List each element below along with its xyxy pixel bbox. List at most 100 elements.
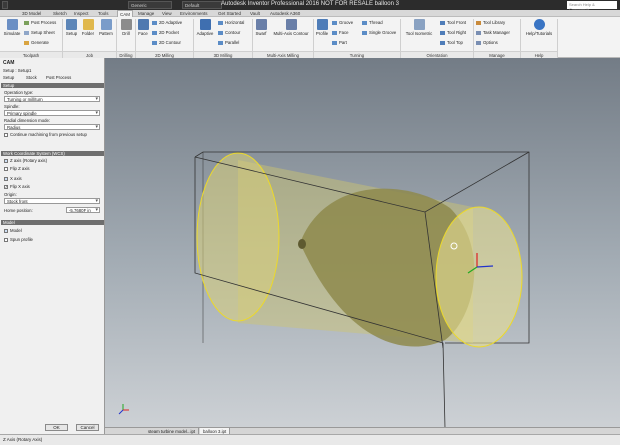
tool-right-button[interactable]: Tool Right [440,30,466,35]
z-axis-selector[interactable]: Z axis (Rotary axis) [4,158,47,163]
adaptive-icon [199,19,211,30]
model-selector[interactable]: Model [4,228,22,233]
group-2d-milling[interactable]: 2D Milling [136,51,193,58]
breadcrumb: Setup : Setup1 [3,68,32,73]
tab-view[interactable]: View [162,10,172,17]
tool-isometric-button[interactable]: Tool Isometric [402,19,436,36]
group-3d-milling[interactable]: 3D Milling [194,51,252,58]
swarf-button[interactable]: Swarf [253,19,269,36]
pattern-button[interactable]: Pattern [97,19,115,36]
turning-face-label: Face [339,30,349,35]
folder-button[interactable]: Folder [80,19,96,36]
setup-sheet-button[interactable]: Setup Sheet [24,30,55,35]
single-groove-button[interactable]: Single Groove [362,30,396,35]
multi-axis-contour-icon [285,19,297,30]
tab-3d-model[interactable]: 3D Model [22,10,41,17]
contour-button[interactable]: Contour [218,30,240,35]
search-input[interactable]: Search Help & Commands [567,1,617,12]
group-orientation[interactable]: Orientation [401,51,473,58]
tab-stock[interactable]: Stock [26,75,37,80]
parallel-button[interactable]: Parallel [218,40,239,45]
graphics-viewport[interactable] [105,58,620,428]
profile-button[interactable]: Profile [314,19,330,36]
tool-front-button[interactable]: Tool Front [440,20,466,25]
groove-button[interactable]: Groove [332,20,353,25]
horizontal-button[interactable]: Horizontal [218,20,244,25]
group-toolpath[interactable]: Toolpath [0,51,62,58]
generate-button[interactable]: Generate [24,40,49,45]
part-icon [332,40,337,45]
options-button[interactable]: Options [476,40,498,45]
turning-face-button[interactable]: Face [332,30,349,35]
thread-icon [362,20,367,25]
tab-inspect[interactable]: Inspect [74,10,89,17]
2d-contour-button[interactable]: 2D Contour [152,40,181,45]
group-drilling[interactable]: Drilling [117,51,135,58]
options-icon [476,40,481,45]
tab-setup[interactable]: Setup [3,75,14,80]
adaptive-button[interactable]: Adaptive [194,19,216,36]
tab-tools[interactable]: Tools [98,10,109,17]
checkbox-box [4,237,8,242]
drill-button[interactable]: Drill [118,19,134,36]
cancel-button[interactable]: Cancel [76,424,99,431]
tab-a360[interactable]: Autodesk A360 [270,10,300,17]
thread-button[interactable]: Thread [362,20,383,25]
home-position-input[interactable]: -5.7680F in [66,207,100,213]
2d-adaptive-button[interactable]: 2D Adaptive [152,20,182,25]
ok-button[interactable]: OK [45,424,68,431]
tool-library-icon [476,20,481,25]
2d-pocket-label: 2D Pocket [159,30,179,35]
origin-select[interactable]: Stock front [4,198,100,204]
horizontal-label: Horizontal [225,20,245,25]
flip-z-label: Flip Z axis [10,166,30,171]
tab-sketch[interactable]: Sketch [53,10,67,17]
home-position-label: Home position: [4,208,33,213]
spun-profile-label: Spun profile [10,237,33,242]
operation-type-select[interactable]: Turning or mill/turn [4,96,100,102]
continue-machining-checkbox[interactable]: Continue machining from previous setup [4,132,87,137]
spindle-label: Spindle: [4,104,20,109]
tab-get-started[interactable]: Get Started [218,10,241,17]
group-turning[interactable]: Turning [314,51,400,58]
post-process-icon [24,20,29,25]
wcs-section-header[interactable]: Work Coordinate System (WCS) [1,151,104,156]
model-section-header[interactable]: Model [1,220,104,225]
part-button[interactable]: Part [332,40,347,45]
multi-axis-contour-button[interactable]: Multi-Axis Contour [270,19,312,36]
tab-environments[interactable]: Environments [180,10,208,17]
drill-icon [120,19,132,30]
group-manage[interactable]: Manage [474,51,520,58]
2d-pocket-button[interactable]: 2D Pocket [152,30,179,35]
tab-manage[interactable]: Manage [138,10,154,17]
x-axis-selector[interactable]: X axis [4,176,22,181]
tab-cam[interactable]: CAM [117,10,133,17]
thread-label: Thread [369,20,383,25]
single-groove-icon [362,30,367,35]
tool-top-button[interactable]: Tool Top [440,40,463,45]
groove-icon [332,20,337,25]
panel-title: CAM [3,60,15,66]
group-help[interactable]: Help [521,51,557,58]
group-job[interactable]: Job [63,51,116,58]
face-button[interactable]: Face [136,19,150,36]
radial-mode-select[interactable]: Radius [4,124,100,130]
horizontal-icon [218,20,223,25]
flip-x-checkbox[interactable]: ✓ Flip X axis [4,184,30,189]
simulate-button[interactable]: Simulate [1,19,23,36]
origin-label: Origin: [4,192,17,197]
help-tutorials-label: Help/Tutorials [525,31,553,36]
group-multi-axis-milling[interactable]: Multi-Axis Milling [253,51,313,58]
spun-profile-checkbox[interactable]: Spun profile [4,237,33,242]
spindle-select[interactable]: Primary spindle [4,110,100,116]
setup-section-header[interactable]: Setup [1,83,104,88]
task-manager-button[interactable]: Task Manager [476,30,510,35]
tool-library-button[interactable]: Tool Library [476,20,505,25]
help-tutorials-button[interactable]: Help/Tutorials [522,19,556,36]
setup-button[interactable]: Setup [64,19,79,36]
x-axis-label: X axis [10,176,22,181]
tab-post-process[interactable]: Post Process [46,75,71,80]
post-process-button[interactable]: Post Process [24,20,56,25]
flip-z-checkbox[interactable]: Flip Z axis [4,166,30,171]
tab-vault[interactable]: Vault [250,10,260,17]
